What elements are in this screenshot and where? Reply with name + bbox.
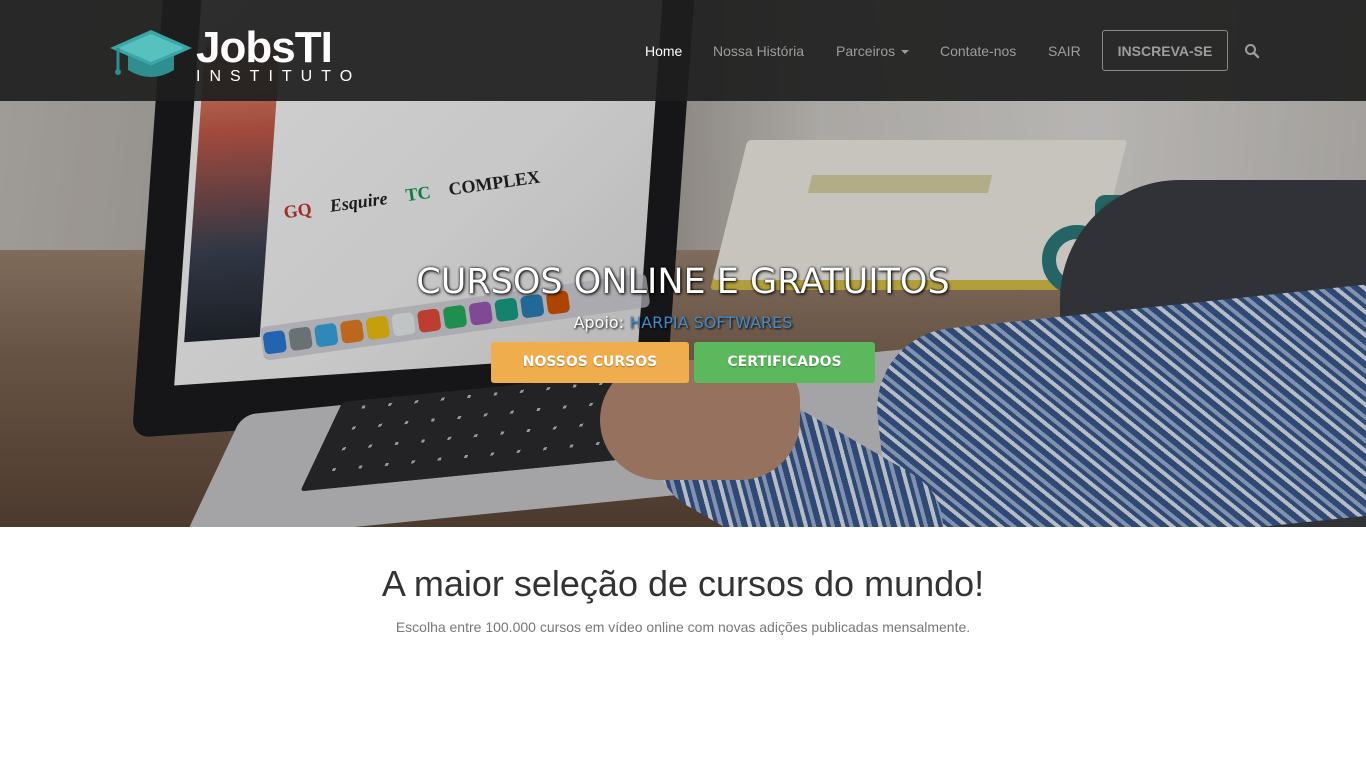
- nav-home[interactable]: Home: [645, 41, 682, 61]
- nossos-cursos-button[interactable]: NOSSOS CURSOS: [491, 342, 689, 383]
- caret-down-icon: [901, 50, 910, 55]
- harpia-softwares-link[interactable]: HARPIA SOFTWARES: [629, 313, 792, 332]
- hero-title: CURSOS ONLINE E GRATUITOS: [416, 262, 950, 302]
- nav-parceiros[interactable]: Parceiros: [836, 41, 910, 61]
- section-title: A maior seleção de cursos do mundo!: [381, 563, 985, 604]
- graduation-cap-icon: [110, 30, 192, 77]
- hero-support: Apoio: HARPIA SOFTWARES: [0, 313, 1366, 332]
- navbar: JobsTI INSTITUTO Home Nossa História Par…: [0, 0, 1366, 101]
- hero-support-label: Apoio:: [573, 313, 625, 332]
- brand-logo[interactable]: JobsTI INSTITUTO: [108, 26, 368, 86]
- nav-nossa-historia[interactable]: Nossa História: [713, 41, 804, 61]
- nav-sair[interactable]: SAIR: [1048, 41, 1081, 61]
- nav-contate-nos[interactable]: Contate-nos: [940, 41, 1016, 61]
- nav-parceiros-label: Parceiros: [836, 43, 896, 59]
- search-icon[interactable]: [1244, 43, 1260, 59]
- brand-tagline: INSTITUTO: [196, 68, 362, 85]
- section-subtitle: Escolha entre 100.000 cursos em vídeo on…: [395, 619, 971, 635]
- brand-name: JobsTI: [196, 23, 333, 72]
- subscribe-button[interactable]: INSCREVA-SE: [1102, 30, 1228, 71]
- certificados-button[interactable]: CERTIFICADOS: [694, 342, 875, 383]
